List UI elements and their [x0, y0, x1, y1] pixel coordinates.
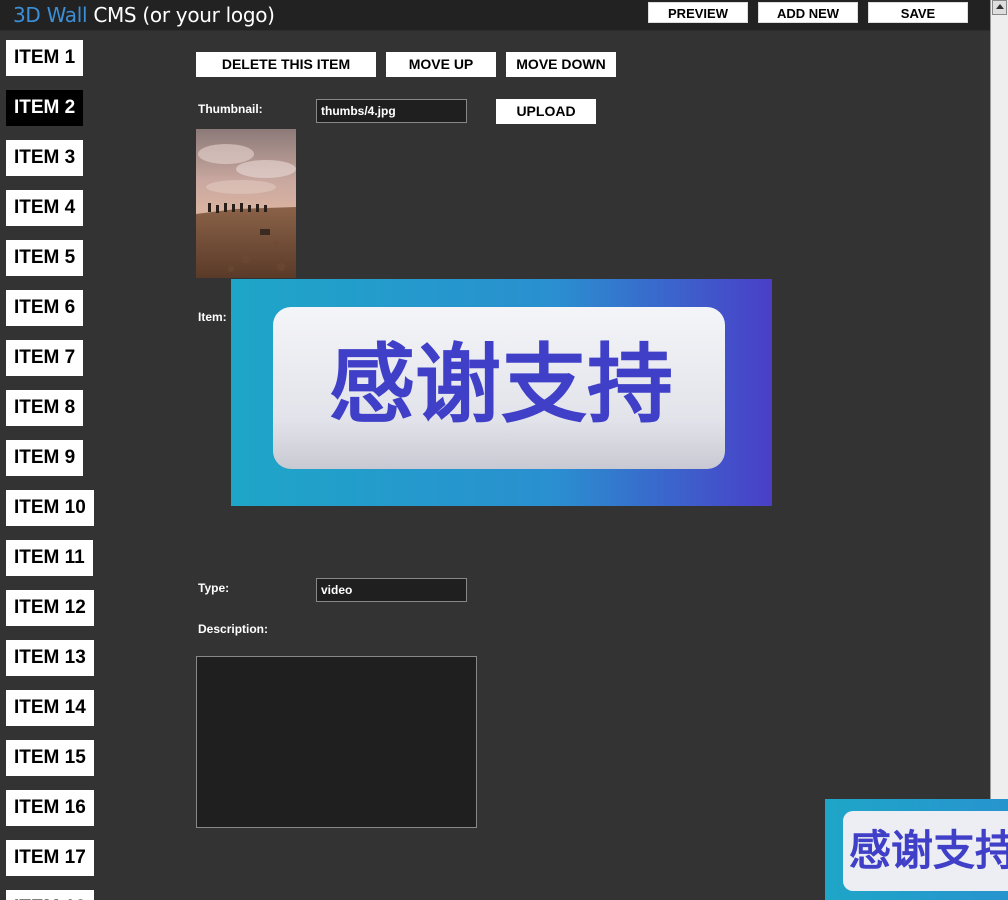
sidebar-item-13[interactable]: ITEM 13 [6, 640, 94, 676]
scroll-up-arrow-icon[interactable] [992, 0, 1007, 15]
sidebar-item-16[interactable]: ITEM 16 [6, 790, 94, 826]
sidebar-item-7[interactable]: ITEM 7 [6, 340, 84, 376]
item-sidebar: ITEM 1 ITEM 2 ITEM 3 ITEM 4 ITEM 5 ITEM 6 ITEM… [0, 30, 120, 900]
move-up-button[interactable]: MOVE UP [386, 52, 496, 77]
delete-item-button[interactable]: DELETE THIS ITEM [196, 52, 376, 77]
thumbnail-input[interactable] [316, 99, 467, 123]
sidebar-item-15[interactable]: ITEM 15 [6, 740, 94, 776]
item-label: Item: [198, 310, 227, 324]
description-textarea[interactable] [196, 656, 477, 828]
sidebar-item-18[interactable]: ITEM 18 [6, 890, 94, 900]
sidebar-item-8[interactable]: ITEM 8 [6, 390, 84, 426]
floating-banner-text: 感谢支持 [849, 826, 1008, 875]
thumbnail-image [196, 129, 296, 278]
type-input[interactable] [316, 578, 467, 602]
sidebar-item-1[interactable]: ITEM 1 [6, 40, 84, 76]
thumbnail-label: Thumbnail: [198, 102, 263, 116]
sidebar-item-6[interactable]: ITEM 6 [6, 290, 84, 326]
floating-preview-image: 感谢支持 [825, 799, 1008, 900]
item-banner-text: 感谢支持 [329, 335, 673, 435]
item-preview-image: 感谢支持 [231, 279, 772, 506]
logo-accent-text: 3D Wall [13, 3, 88, 27]
upload-button[interactable]: UPLOAD [496, 99, 596, 124]
logo-text: CMS (or your logo) [93, 3, 275, 27]
sidebar-item-5[interactable]: ITEM 5 [6, 240, 84, 276]
sidebar-item-10[interactable]: ITEM 10 [6, 490, 94, 526]
sidebar-item-9[interactable]: ITEM 9 [6, 440, 84, 476]
type-label: Type: [198, 581, 230, 595]
sidebar-item-14[interactable]: ITEM 14 [6, 690, 94, 726]
add-new-button[interactable]: ADD NEW [758, 2, 858, 23]
vertical-scrollbar[interactable] [990, 0, 1008, 900]
save-button[interactable]: SAVE [868, 2, 968, 23]
sidebar-item-4[interactable]: ITEM 4 [6, 190, 84, 226]
sidebar-item-17[interactable]: ITEM 17 [6, 840, 94, 876]
app-logo: 3D Wall CMS (or your logo) [13, 2, 275, 28]
sidebar-item-11[interactable]: ITEM 11 [6, 540, 93, 576]
description-label: Description: [198, 622, 269, 636]
top-bar: 3D Wall CMS (or your logo) PREVIEW ADD N… [0, 0, 990, 31]
sidebar-item-12[interactable]: ITEM 12 [6, 590, 94, 626]
preview-button[interactable]: PREVIEW [648, 2, 748, 23]
move-down-button[interactable]: MOVE DOWN [506, 52, 616, 77]
sidebar-item-2[interactable]: ITEM 2 [6, 90, 84, 126]
sidebar-item-3[interactable]: ITEM 3 [6, 140, 84, 176]
